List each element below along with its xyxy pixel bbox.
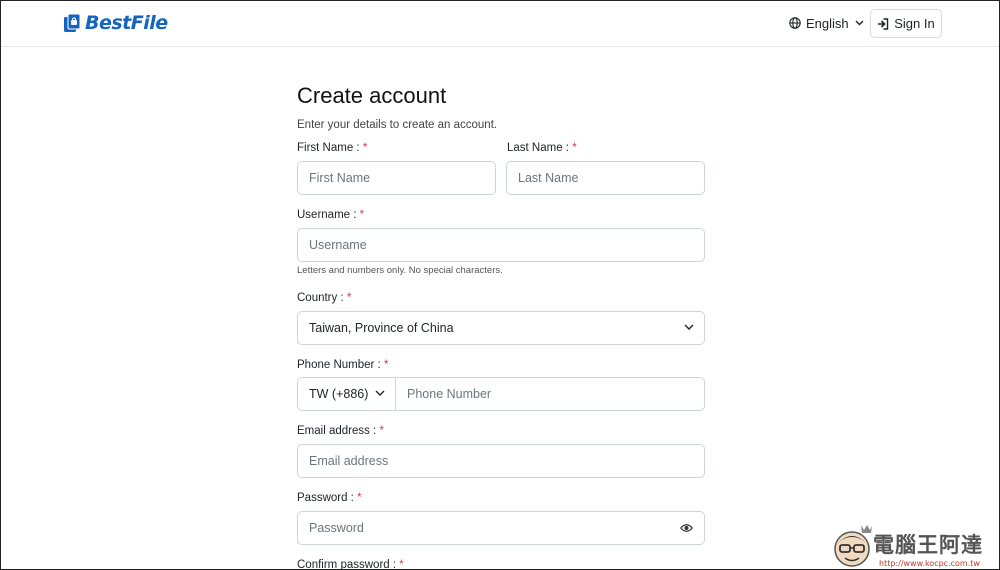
sign-in-label: Sign In	[894, 16, 935, 31]
country-label: Country : *	[297, 292, 352, 304]
country-select[interactable]: Taiwan, Province of China	[297, 311, 705, 345]
required-mark: *	[359, 209, 365, 221]
password-label: Password : *	[297, 492, 362, 504]
language-label: English	[806, 15, 849, 31]
create-account-form: Create account Enter your details to cre…	[297, 81, 705, 133]
top-navbar: BestFile English Sign In	[1, 1, 999, 47]
phone-input-group: TW (+886) Phone Number	[297, 377, 705, 411]
username-label: Username : *	[297, 209, 365, 221]
page-subtitle: Enter your details to create an account.	[297, 119, 498, 131]
first-name-input[interactable]: First Name	[297, 161, 496, 195]
watermark-text: 電腦王阿達	[873, 533, 983, 557]
password-input[interactable]: Password	[297, 511, 705, 545]
last-name-label: Last Name : *	[507, 142, 577, 154]
country-code-select[interactable]: TW (+886)	[298, 378, 396, 410]
chevron-down-icon	[855, 20, 864, 26]
mascot-face-icon	[834, 525, 872, 567]
confirm-password-label: Confirm password : *	[297, 559, 404, 570]
last-name-input[interactable]: Last Name	[506, 161, 705, 195]
phone-number-input[interactable]: Phone Number	[396, 378, 704, 410]
brand-name: BestFile	[85, 12, 168, 34]
username-input[interactable]: Username	[297, 228, 705, 262]
language-selector[interactable]: English	[789, 13, 864, 33]
required-mark: *	[346, 292, 352, 304]
required-mark: *	[362, 142, 368, 154]
username-hint: Letters and numbers only. No special cha…	[297, 265, 503, 276]
required-mark: *	[383, 359, 389, 371]
file-logo-icon	[64, 13, 81, 32]
eye-icon[interactable]	[680, 523, 693, 533]
phone-label: Phone Number : *	[297, 359, 389, 371]
chevron-down-icon	[684, 324, 694, 330]
sign-in-button[interactable]: Sign In	[870, 9, 942, 38]
required-mark: *	[572, 142, 577, 154]
required-mark: *	[357, 492, 362, 504]
page-title: Create account	[297, 83, 447, 108]
chevron-down-icon	[375, 390, 385, 396]
email-input[interactable]: Email address	[297, 444, 705, 478]
required-mark: *	[399, 559, 404, 570]
watermark-url: http://www.kocpc.com.tw	[879, 559, 980, 568]
globe-icon	[789, 17, 801, 29]
first-name-label: First Name : *	[297, 142, 368, 154]
required-mark: *	[379, 425, 384, 437]
email-label: Email address : *	[297, 425, 384, 437]
watermark: 電腦王阿達 http://www.kocpc.com.tw	[829, 523, 1000, 570]
brand-logo[interactable]: BestFile	[63, 12, 168, 34]
sign-in-icon	[878, 17, 889, 30]
